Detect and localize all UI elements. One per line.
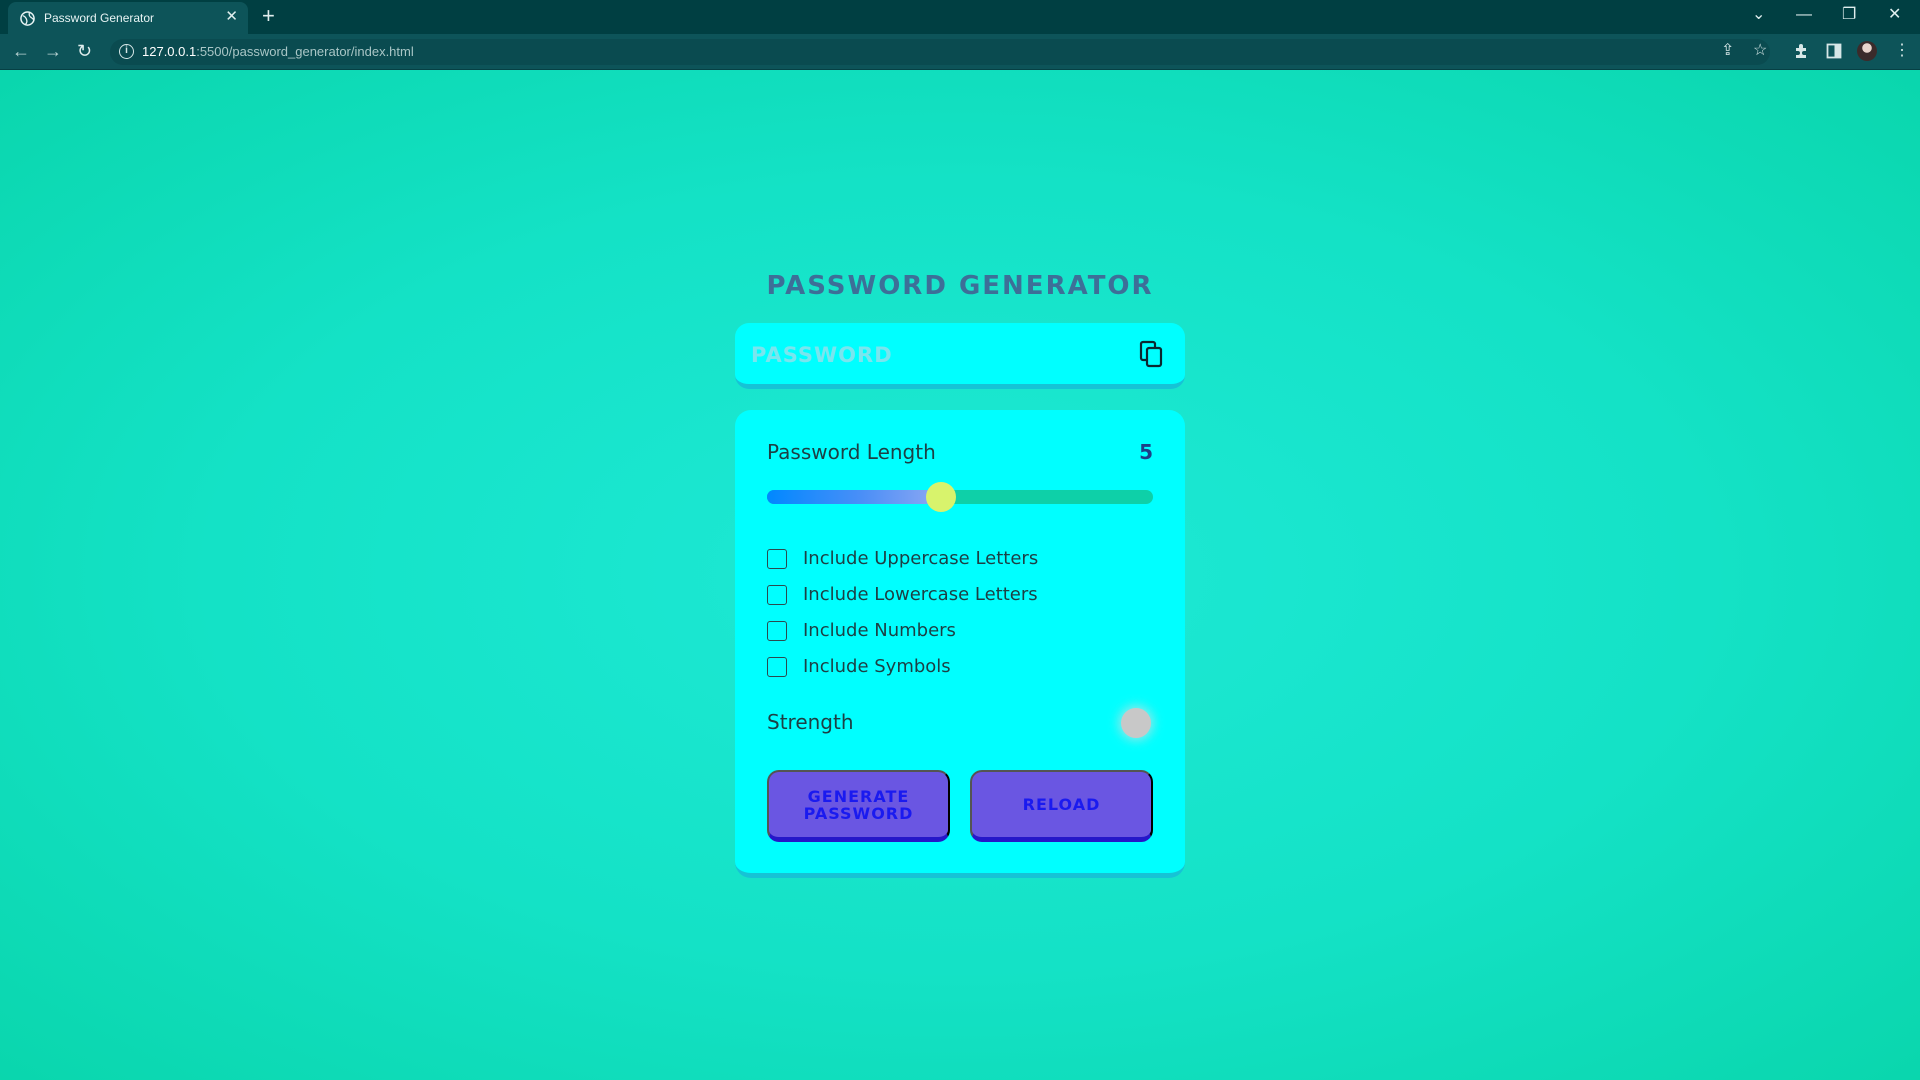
- option-uppercase[interactable]: Include Uppercase Letters: [767, 547, 1153, 571]
- tab-title: Password Generator: [44, 11, 155, 25]
- password-output: PASSWORD: [751, 343, 893, 367]
- page-background: PASSWORD GENERATOR PASSWORD Password Len…: [0, 70, 1920, 1080]
- bookmark-star-icon[interactable]: ☆: [1753, 41, 1767, 61]
- browser-tab[interactable]: Password Generator ✕: [8, 2, 248, 34]
- length-label: Password Length: [767, 440, 936, 464]
- strength-indicator: [1121, 708, 1151, 738]
- address-bar[interactable]: i 127.0.0.1:5500/password_generator/inde…: [110, 39, 1770, 65]
- restore-button[interactable]: ❐: [1842, 5, 1856, 25]
- side-panel-icon[interactable]: [1826, 43, 1842, 59]
- back-icon[interactable]: ←: [12, 41, 30, 61]
- minimize-button[interactable]: —: [1796, 5, 1812, 25]
- slider-fill: [767, 490, 941, 504]
- option-label: Include Numbers: [803, 620, 956, 641]
- option-lowercase[interactable]: Include Lowercase Letters: [767, 583, 1153, 607]
- reload-button[interactable]: RELOAD: [970, 770, 1153, 842]
- uppercase-checkbox[interactable]: [767, 549, 787, 569]
- numbers-checkbox[interactable]: [767, 621, 787, 641]
- slider-thumb[interactable]: [925, 482, 956, 512]
- browser-toolbar: ← → ↻ i 127.0.0.1:5500/password_generato…: [0, 34, 1920, 70]
- symbols-checkbox[interactable]: [767, 657, 787, 677]
- settings-card: Password Length 5 Include Uppercase Lett…: [735, 410, 1185, 878]
- tab-close-icon[interactable]: ✕: [225, 9, 238, 25]
- option-label: Include Symbols: [803, 656, 951, 677]
- page-title: PASSWORD GENERATOR: [766, 271, 1154, 301]
- browser-tab-bar: Password Generator ✕ + ⌄ — ❐ ✕: [0, 0, 1920, 34]
- option-symbols[interactable]: Include Symbols: [767, 655, 1153, 679]
- url-host: 127.0.0.1: [142, 44, 197, 59]
- site-info-icon[interactable]: i: [119, 44, 134, 59]
- password-display: PASSWORD: [735, 323, 1185, 389]
- profile-avatar[interactable]: [1857, 41, 1877, 61]
- option-label: Include Uppercase Letters: [803, 548, 1039, 569]
- generate-password-button[interactable]: GENERATE PASSWORD: [767, 770, 950, 842]
- menu-kebab-icon[interactable]: ⋮: [1894, 41, 1910, 61]
- reload-page-icon[interactable]: ↻: [77, 41, 92, 61]
- copy-icon[interactable]: [1137, 339, 1165, 369]
- option-label: Include Lowercase Letters: [803, 584, 1038, 605]
- lowercase-checkbox[interactable]: [767, 585, 787, 605]
- strength-label: Strength: [767, 710, 854, 734]
- extensions-icon[interactable]: [1793, 43, 1809, 59]
- close-window-button[interactable]: ✕: [1888, 5, 1901, 25]
- length-value: 5: [1139, 440, 1153, 464]
- tab-search-icon[interactable]: ⌄: [1752, 5, 1765, 25]
- share-icon[interactable]: ⇪: [1721, 41, 1734, 61]
- new-tab-button[interactable]: +: [262, 5, 275, 27]
- url-text: 127.0.0.1:5500/password_generator/index.…: [142, 44, 414, 59]
- globe-icon: [20, 11, 35, 26]
- forward-icon[interactable]: →: [44, 41, 62, 61]
- length-slider[interactable]: [767, 482, 1153, 512]
- option-numbers[interactable]: Include Numbers: [767, 619, 1153, 643]
- url-path: :5500/password_generator/index.html: [196, 44, 414, 59]
